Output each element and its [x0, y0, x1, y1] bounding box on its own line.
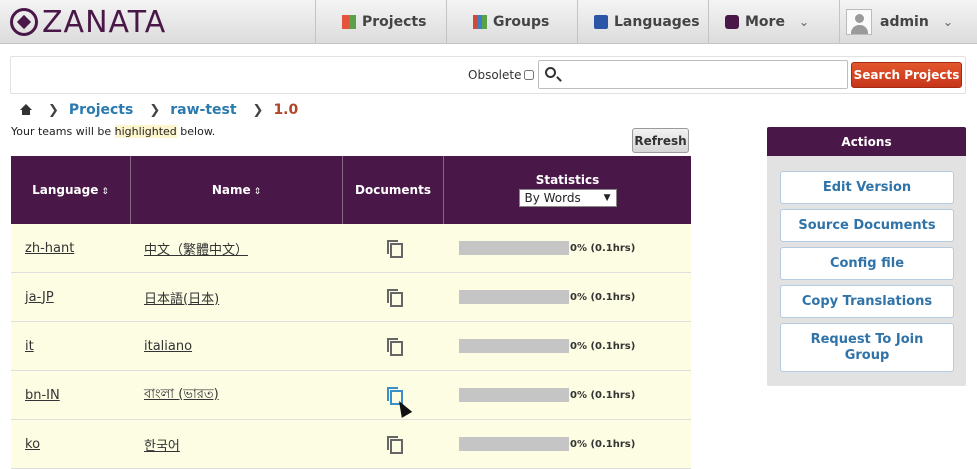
breadcrumb-version: 1.0	[273, 102, 299, 118]
breadcrumb: ❯ Projects ❯ raw-test ❯ 1.0	[20, 101, 298, 119]
breadcrumb-project[interactable]: raw-test	[170, 102, 236, 118]
brand-name: ZANATA	[42, 4, 167, 40]
obsolete-label: Obsolete	[468, 68, 522, 82]
request-join-group-button[interactable]: Request To Join Group	[780, 323, 954, 372]
language-code-link[interactable]: ko	[25, 437, 40, 452]
nav-languages[interactable]: Languages	[577, 0, 708, 44]
languages-table: Language ⇕ Name ⇕ Documents Statistics By …	[11, 156, 691, 469]
chevron-right-icon: ❯	[252, 102, 264, 118]
dropdown-arrow-icon: ▼	[603, 193, 611, 203]
nav-languages-label: Languages	[614, 14, 700, 30]
progress-text: 0% (0.1hrs)	[570, 438, 636, 450]
nav-more-label: More	[745, 14, 785, 30]
documents-icon[interactable]	[386, 240, 403, 258]
column-statistics-label: Statistics	[535, 173, 600, 187]
table-row: ja-JP 日本語(日本) 0% (0.1hrs)	[11, 273, 691, 322]
column-header-statistics: Statistics By Words ▼	[444, 156, 691, 224]
progress-bar	[459, 339, 569, 353]
edit-version-button[interactable]: Edit Version	[780, 171, 954, 204]
search-input[interactable]	[565, 64, 843, 85]
obsolete-filter[interactable]: Obsolete	[468, 68, 535, 82]
search-input-box[interactable]	[538, 60, 848, 89]
table-row: ko 한국어 0% (0.1hrs)	[11, 420, 691, 469]
progress-text: 0% (0.1hrs)	[570, 242, 636, 254]
chevron-right-icon: ❯	[48, 102, 59, 118]
top-nav-bar: ZANATA Projects Groups Languages More ⌄ …	[0, 0, 977, 44]
column-header-name[interactable]: Name ⇕	[131, 156, 343, 224]
progress-bar	[459, 388, 569, 402]
source-documents-button[interactable]: Source Documents	[780, 209, 954, 242]
nav-groups[interactable]: Groups	[446, 0, 577, 44]
breadcrumb-projects[interactable]: Projects	[69, 102, 133, 118]
nav-groups-label: Groups	[493, 14, 550, 30]
home-icon[interactable]	[20, 104, 32, 116]
documents-icon[interactable]	[386, 338, 403, 356]
language-name-link[interactable]: 中文（繁體中文）	[144, 243, 248, 258]
nav-projects-label: Projects	[362, 14, 427, 30]
chevron-right-icon: ❯	[149, 102, 161, 118]
obsolete-checkbox[interactable]	[524, 70, 535, 80]
more-icon	[725, 15, 739, 29]
refresh-button[interactable]: Refresh	[632, 128, 689, 153]
column-language-label: Language	[32, 183, 99, 197]
documents-icon[interactable]	[386, 436, 403, 454]
statistics-select-value: By Words	[524, 191, 581, 205]
column-header-documents: Documents	[343, 156, 444, 224]
teams-note-before: Your teams will be	[11, 125, 115, 138]
sort-icon: ⇕	[253, 187, 262, 197]
language-name-link[interactable]: 日本語(日本)	[144, 292, 219, 307]
language-code-link[interactable]: ja-JP	[25, 290, 54, 305]
languages-icon	[594, 15, 608, 29]
nav-user-menu[interactable]: admin ⌄	[839, 0, 977, 44]
chevron-down-icon: ⌄	[798, 15, 810, 29]
user-name: admin	[880, 14, 929, 30]
zanata-logo-icon	[10, 8, 38, 36]
column-documents-label: Documents	[355, 183, 431, 197]
language-name-link[interactable]: বাংলা (ভারত)	[144, 387, 219, 402]
search-projects-button[interactable]: Search Projects	[851, 62, 962, 88]
projects-icon	[342, 15, 356, 29]
teams-note-after: below.	[176, 125, 216, 138]
nav-projects[interactable]: Projects	[315, 0, 446, 44]
search-bar: Obsolete Search Projects	[10, 56, 966, 94]
language-code-link[interactable]: zh-hant	[25, 241, 74, 256]
column-name-label: Name	[211, 183, 251, 197]
zanata-logo[interactable]: ZANATA	[10, 4, 167, 40]
nav-more[interactable]: More ⌄	[708, 0, 839, 44]
language-code-link[interactable]: it	[25, 339, 34, 354]
language-code-link[interactable]: bn-IN	[25, 388, 60, 403]
actions-title: Actions	[767, 127, 966, 156]
progress-text: 0% (0.1hrs)	[570, 340, 636, 352]
progress-text: 0% (0.1hrs)	[570, 389, 636, 401]
progress-bar	[459, 241, 569, 255]
progress-text: 0% (0.1hrs)	[570, 291, 636, 303]
config-file-button[interactable]: Config file	[780, 247, 954, 280]
search-icon	[545, 67, 556, 78]
sort-icon: ⇕	[101, 187, 109, 197]
table-row: zh-hant 中文（繁體中文） 0% (0.1hrs)	[11, 224, 691, 273]
column-header-language[interactable]: Language ⇕	[11, 156, 131, 224]
chevron-down-icon: ⌄	[942, 15, 953, 29]
groups-icon	[473, 15, 487, 29]
copy-translations-button[interactable]: Copy Translations	[780, 285, 954, 318]
teams-note-highlight: highlighted	[114, 125, 177, 138]
table-row: it italiano 0% (0.1hrs)	[11, 322, 691, 371]
statistics-select[interactable]: By Words ▼	[518, 189, 617, 207]
language-name-link[interactable]: 한국어	[144, 439, 180, 454]
progress-bar	[459, 437, 569, 451]
documents-icon[interactable]	[386, 289, 403, 307]
table-header: Language ⇕ Name ⇕ Documents Statistics By …	[11, 156, 691, 224]
main-nav: Projects Groups Languages More ⌄ admin ⌄	[315, 0, 977, 44]
progress-bar	[459, 290, 569, 304]
actions-panel: Actions Edit Version Source Documents Co…	[767, 127, 966, 386]
table-row: bn-IN বাংলা (ভারত) 0% (0.1hrs)	[11, 371, 691, 420]
language-name-link[interactable]: italiano	[144, 339, 192, 354]
avatar	[846, 9, 872, 35]
teams-note: Your teams will be highlighted below.	[11, 125, 215, 138]
